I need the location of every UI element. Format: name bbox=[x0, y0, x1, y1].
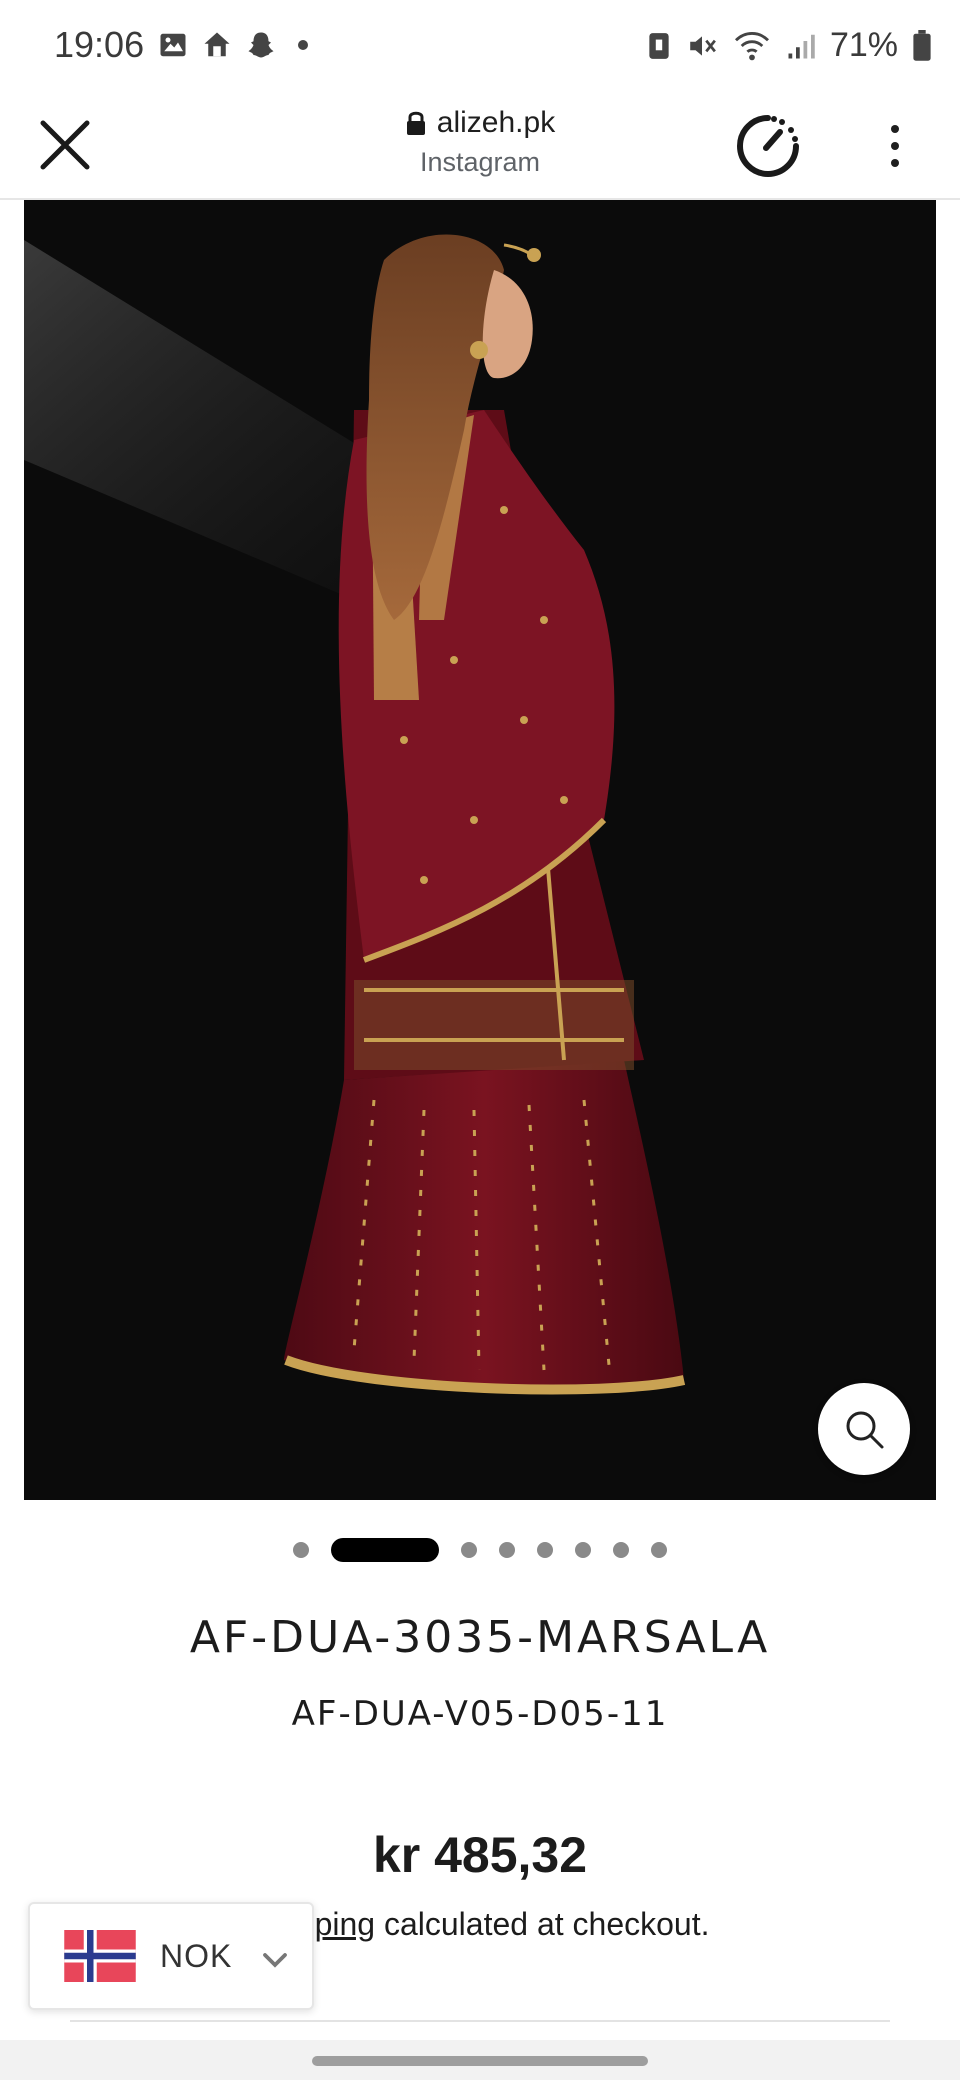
carousel-dot[interactable] bbox=[537, 1542, 553, 1558]
browser-toolbar: alizeh.pk Instagram bbox=[0, 92, 960, 200]
wifi-icon bbox=[734, 31, 769, 60]
more-vert-icon[interactable] bbox=[870, 114, 920, 178]
page-speed-button[interactable] bbox=[730, 108, 806, 184]
currency-selector[interactable]: NOK bbox=[28, 1902, 314, 2010]
gesture-handle[interactable] bbox=[312, 2056, 648, 2066]
nfc-icon bbox=[649, 32, 669, 59]
carousel-dot[interactable] bbox=[461, 1542, 477, 1558]
currency-code: NOK bbox=[160, 1937, 233, 1974]
battery-icon bbox=[913, 29, 931, 61]
home-assistant-icon bbox=[204, 32, 230, 57]
lock-icon bbox=[406, 111, 425, 135]
page-speed-icon bbox=[737, 115, 799, 177]
status-time: 19:06 bbox=[54, 24, 145, 65]
status-right-icons: 71% bbox=[646, 26, 932, 65]
battery-percent: 71% bbox=[829, 26, 898, 64]
notification-dot bbox=[298, 40, 308, 50]
carousel-dot[interactable] bbox=[575, 1542, 591, 1558]
status-left-icons bbox=[158, 30, 308, 60]
signal-icon bbox=[788, 34, 815, 58]
status-bar: 19:06 71% bbox=[0, 0, 960, 92]
carousel-dot[interactable] bbox=[613, 1542, 629, 1558]
product-image[interactable] bbox=[24, 200, 936, 1500]
product-price: kr 485,32 bbox=[372, 1827, 588, 1883]
url-domain-row: alizeh.pk bbox=[405, 106, 555, 140]
norway-flag-icon bbox=[64, 1930, 136, 1982]
product-sku: AF-DUA-V05-D05-11 bbox=[291, 1694, 669, 1734]
carousel-dots bbox=[0, 1538, 960, 1562]
url-domain: alizeh.pk bbox=[436, 106, 556, 139]
gallery-icon bbox=[160, 33, 186, 57]
product-photo bbox=[24, 200, 936, 1500]
chevron-down-icon bbox=[263, 1953, 288, 1968]
zoom-button[interactable] bbox=[818, 1383, 910, 1475]
system-nav-bar bbox=[0, 2040, 960, 2080]
divider bbox=[70, 2020, 890, 2022]
url-source: Instagram bbox=[419, 147, 541, 177]
url-area[interactable]: alizeh.pk Instagram bbox=[0, 100, 960, 178]
carousel-dot[interactable] bbox=[651, 1542, 667, 1558]
search-icon bbox=[846, 1411, 884, 1449]
carousel-dot[interactable] bbox=[499, 1542, 515, 1558]
shipping-note-text: calculated at checkout. bbox=[375, 1906, 710, 1942]
carousel-dot[interactable] bbox=[293, 1542, 309, 1558]
product-title: AF-DUA-3035-MARSALA bbox=[189, 1612, 771, 1663]
mute-icon bbox=[690, 35, 716, 56]
snapchat-icon bbox=[248, 32, 274, 58]
carousel-dot-active[interactable] bbox=[331, 1538, 439, 1562]
